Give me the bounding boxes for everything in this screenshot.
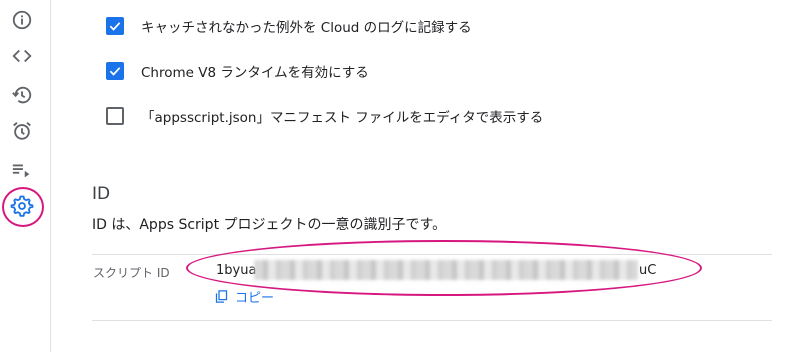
overview-button[interactable]: [7, 5, 37, 35]
playlist-play-icon: [12, 164, 30, 178]
copy-button[interactable]: コピー: [214, 287, 274, 306]
checkbox-checked[interactable]: [106, 17, 124, 35]
checkbox-checked[interactable]: [106, 62, 124, 80]
option-label: Chrome V8 ランタイムを有効にする: [141, 65, 369, 81]
section-heading-id: ID: [92, 184, 111, 204]
left-nav-rail: [0, 0, 51, 352]
option-log-uncaught-exceptions[interactable]: キャッチされなかった例外を Cloud のログに記録する: [106, 16, 472, 36]
project-settings-page: キャッチされなかった例外を Cloud のログに記録する Chrome V8 ラ…: [0, 0, 799, 352]
history-button[interactable]: [7, 80, 37, 110]
copy-label: コピー: [235, 291, 275, 306]
option-enable-v8-runtime[interactable]: Chrome V8 ランタイムを有効にする: [106, 61, 369, 81]
executions-button[interactable]: [7, 155, 37, 185]
history-icon: [12, 86, 32, 104]
option-show-manifest[interactable]: 「appsscript.json」マニフェスト ファイルをエディタで表示する: [106, 106, 543, 126]
editor-button[interactable]: [7, 41, 37, 71]
info-icon: [12, 10, 32, 30]
alarm-clock-icon: [13, 122, 31, 140]
highlight-ring-settings: [2, 187, 44, 227]
section-description: ID は、Apps Script プロジェクトの一意の識別子です。: [92, 217, 447, 233]
code-icon: [12, 49, 32, 63]
option-label: 「appsscript.json」マニフェスト ファイルをエディタで表示する: [141, 110, 544, 126]
highlight-ring-script-id: [186, 240, 702, 296]
option-label: キャッチされなかった例外を Cloud のログに記録する: [141, 20, 472, 36]
script-id-label: スクリプト ID: [93, 266, 170, 280]
checkbox-unchecked[interactable]: [106, 107, 124, 125]
checkmark-icon: [109, 67, 121, 76]
divider-bottom: [92, 320, 772, 321]
copy-icon: [215, 290, 228, 303]
checkmark-icon: [109, 22, 121, 31]
triggers-button[interactable]: [7, 116, 37, 146]
